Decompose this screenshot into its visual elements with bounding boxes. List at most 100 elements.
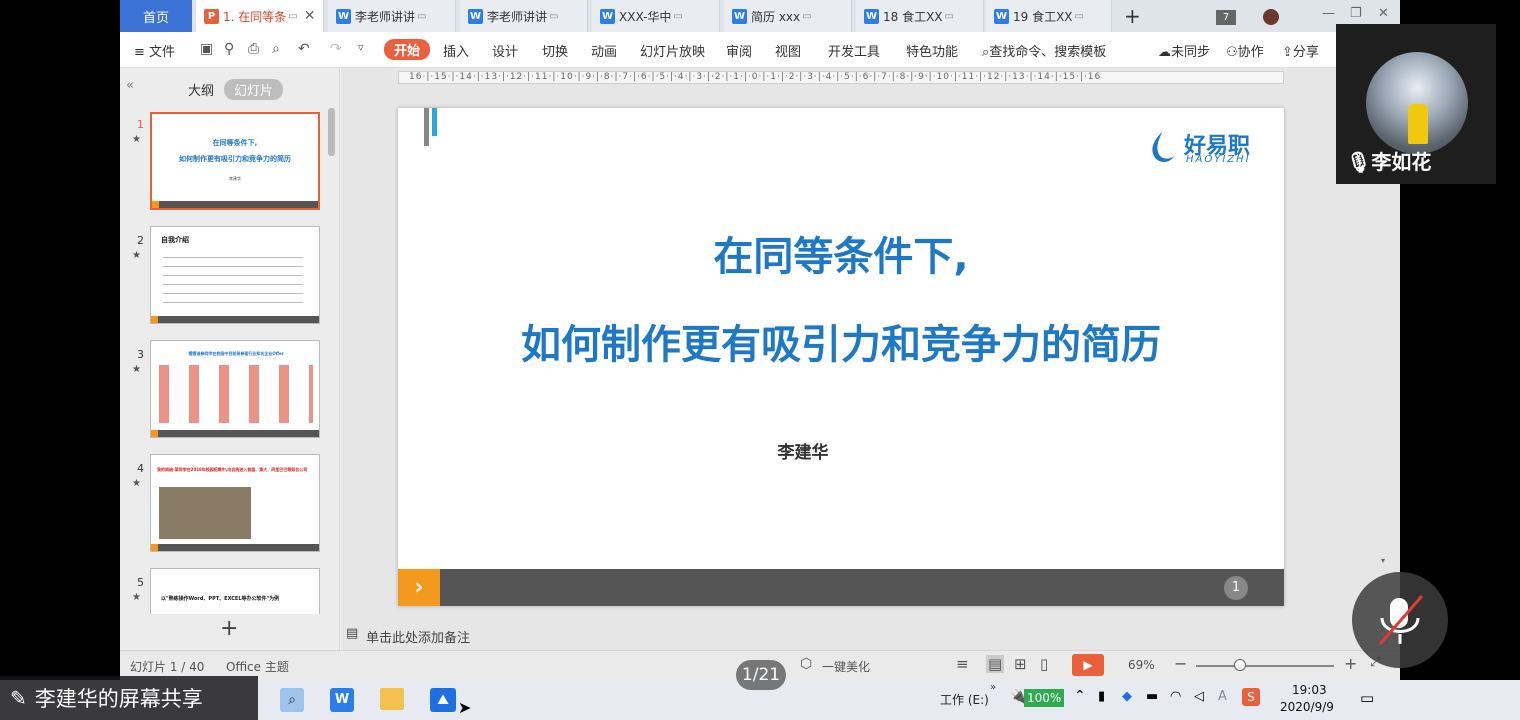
battery-icon[interactable]: ▬ (1146, 689, 1158, 704)
print-preview-icon[interactable]: ⌕ (272, 41, 280, 57)
save-icon[interactable]: ▣ (200, 41, 213, 57)
menu-review[interactable]: 审阅 (726, 41, 752, 60)
search-app-icon[interactable]: ⌕ (280, 688, 304, 712)
print-icon[interactable]: ⎙ (248, 41, 259, 57)
notification-icon[interactable]: ▭ (1360, 689, 1374, 707)
collab-button[interactable]: ⚇协作 (1226, 41, 1264, 60)
participant-name: 🎙李如花 (1346, 146, 1431, 175)
file-menu[interactable]: ≡ 文件 (134, 41, 175, 60)
tab-label: 李老师讲讲 (487, 9, 548, 24)
theme-name: Office 主题 (226, 660, 289, 674)
ime-icon[interactable]: A (1218, 689, 1227, 704)
menu-developer[interactable]: 开发工具 (828, 41, 880, 60)
menu-slideshow[interactable]: 幻灯片放映 (640, 41, 705, 60)
tab-count-badge[interactable]: 7 (1216, 10, 1236, 25)
thumbnail-slide-3[interactable]: 摆摆谁参同学在校园中目前录参面行业知名企业Offer (150, 340, 320, 438)
tab-label: 简历 xxx (751, 9, 801, 24)
clock-date[interactable]: 2020/9/9 (1280, 700, 1334, 714)
word-icon: W (600, 8, 615, 24)
chevron-icon: » (990, 682, 997, 693)
word-icon: W (468, 8, 483, 24)
dropbox-icon[interactable]: ◆ (1122, 689, 1132, 704)
tab-doc-1[interactable]: P 1. 在同等条 ▭ ✕ (196, 0, 324, 32)
thumbnail-slide-2[interactable]: 自我介绍 (150, 226, 320, 324)
tab-outline[interactable]: 大纲 (188, 80, 214, 99)
scroll-down-icon[interactable]: ▾ (1381, 556, 1385, 565)
zoom-slider-handle[interactable] (1234, 659, 1246, 671)
beautify-button[interactable]: 一键美化 (822, 658, 870, 675)
animation-star-icon: ★ (132, 134, 141, 145)
meeting-app-icon[interactable]: ⛰ (430, 688, 456, 712)
participant-video[interactable]: 🎙李如花 (1336, 24, 1496, 184)
folder-icon[interactable] (380, 688, 404, 710)
slide-footer-bar: › 1 (398, 569, 1284, 606)
monitor-icon: ▭ (1074, 10, 1084, 22)
menu-view[interactable]: 视图 (775, 41, 801, 60)
tab-home[interactable]: 首页 (120, 0, 192, 32)
wifi-icon[interactable]: ◠ (1170, 689, 1181, 704)
restore-icon[interactable]: ❐ (1350, 6, 1362, 21)
play-slideshow-icon[interactable]: ▶ (1072, 654, 1104, 676)
normal-view-icon[interactable]: ▤ (986, 655, 1005, 673)
sorter-view-icon[interactable]: ⊞ (1014, 655, 1027, 673)
share-icon: ⇪ (1282, 45, 1293, 60)
close-window-icon[interactable]: ✕ (1378, 6, 1389, 21)
format-painter-icon[interactable]: ⚲ (224, 41, 234, 57)
animation-star-icon: ★ (132, 478, 141, 489)
thumb-footer (151, 316, 319, 323)
menu-animation[interactable]: 动画 (591, 41, 617, 60)
thumbnail-slide-1[interactable]: 在同等条件下, 如何制作更有吸引力和竞争力的简历 李建华 (150, 112, 320, 210)
slide-editor: 16·|·15·|·14·|·13·|·12·|·11·|·10·|·9·|·8… (341, 68, 1400, 650)
tab-doc-5[interactable]: W 简历 xxx ▭ (724, 0, 852, 32)
mute-microphone-button[interactable] (1352, 572, 1448, 668)
collapse-panel-icon[interactable]: « (126, 78, 134, 93)
thumbnail-slide-4[interactable]: 我的网络-某同学在2018年校园招聘中,均自统进入首届、第大、阿里巴巴等知名公司 (150, 454, 320, 552)
tray-up-icon[interactable]: ⌃ (1074, 688, 1086, 704)
horizontal-ruler: 16·|·15·|·14·|·13·|·12·|·11·|·10·|·9·|·8… (398, 71, 1284, 84)
phone-icon[interactable]: ▮ (1098, 689, 1105, 704)
menu-design[interactable]: 设计 (492, 41, 518, 60)
user-avatar[interactable] (1263, 9, 1279, 25)
new-tab-button[interactable]: + (1124, 4, 1141, 28)
menu-features[interactable]: 特色功能 (906, 41, 958, 60)
menu-start[interactable]: 开始 (384, 39, 431, 60)
tab-slides[interactable]: 幻灯片 (224, 79, 284, 100)
zoom-slider[interactable] (1196, 665, 1334, 667)
current-slide[interactable]: 好易职 HAOYIZHI 在同等条件下, 如何制作更有吸引力和竞争力的简历 李建… (398, 108, 1284, 606)
tab-doc-7[interactable]: W 19 食工XX ▭ (986, 0, 1112, 32)
monitor-icon: ▭ (802, 10, 812, 22)
customize-dropdown-icon[interactable]: ▿ (358, 41, 364, 54)
thumb-photo (159, 487, 251, 539)
search-command[interactable]: ⌕查找命令、搜索模板 (982, 41, 1106, 60)
menu-transition[interactable]: 切换 (542, 41, 568, 60)
tab-doc-3[interactable]: W 李老师讲讲 ▭ (460, 0, 588, 32)
zoom-out-icon[interactable]: − (1174, 654, 1187, 673)
clock-time[interactable]: 19:03 (1292, 683, 1327, 697)
notes-area[interactable]: ▤ 单击此处添加备注 (120, 620, 1400, 650)
tab-doc-6[interactable]: W 18 食工XX ▭ (856, 0, 984, 32)
menu-insert[interactable]: 插入 (443, 41, 469, 60)
redo-icon[interactable]: ↷ (330, 41, 342, 57)
wps-app-icon[interactable]: W (330, 688, 354, 712)
close-icon[interactable]: ✕ (304, 8, 316, 24)
tab-label: 18 食工XX (883, 9, 943, 24)
animation-star-icon: ★ (132, 250, 141, 261)
thumbnail-scrollbar[interactable] (328, 108, 335, 156)
thumbnail-slide-5[interactable]: 以"熟练操作Word、PPT、EXCEL等办公软件"为例 (150, 568, 320, 614)
sync-status[interactable]: ☁未同步 (1158, 41, 1210, 60)
drive-label[interactable]: 工作 (E:) (940, 691, 989, 708)
thumb-heading: 我的网络-某同学在2018年校园招聘中,均自统进入首届、第大、阿里巴巴等知名公司 (157, 467, 308, 472)
volume-icon[interactable]: ◁ (1194, 689, 1204, 704)
reading-view-icon[interactable]: ▯ (1040, 655, 1048, 673)
zoom-level[interactable]: 69% (1128, 658, 1155, 672)
sync-label: 未同步 (1171, 45, 1211, 60)
share-label: 分享 (1292, 45, 1319, 60)
undo-icon[interactable]: ↶ (298, 41, 310, 57)
tab-label: 1. 在同等条 (223, 9, 287, 24)
minimize-icon[interactable]: — (1322, 6, 1335, 21)
wps-tray-icon[interactable]: S (1242, 688, 1260, 706)
tab-doc-2[interactable]: W 李老师讲讲 ▭ (328, 0, 456, 32)
share-button[interactable]: ⇪分享 (1282, 41, 1319, 60)
tab-doc-4[interactable]: W XXX-华中 ▭ (592, 0, 720, 32)
align-icon[interactable]: ≡ (956, 655, 969, 673)
